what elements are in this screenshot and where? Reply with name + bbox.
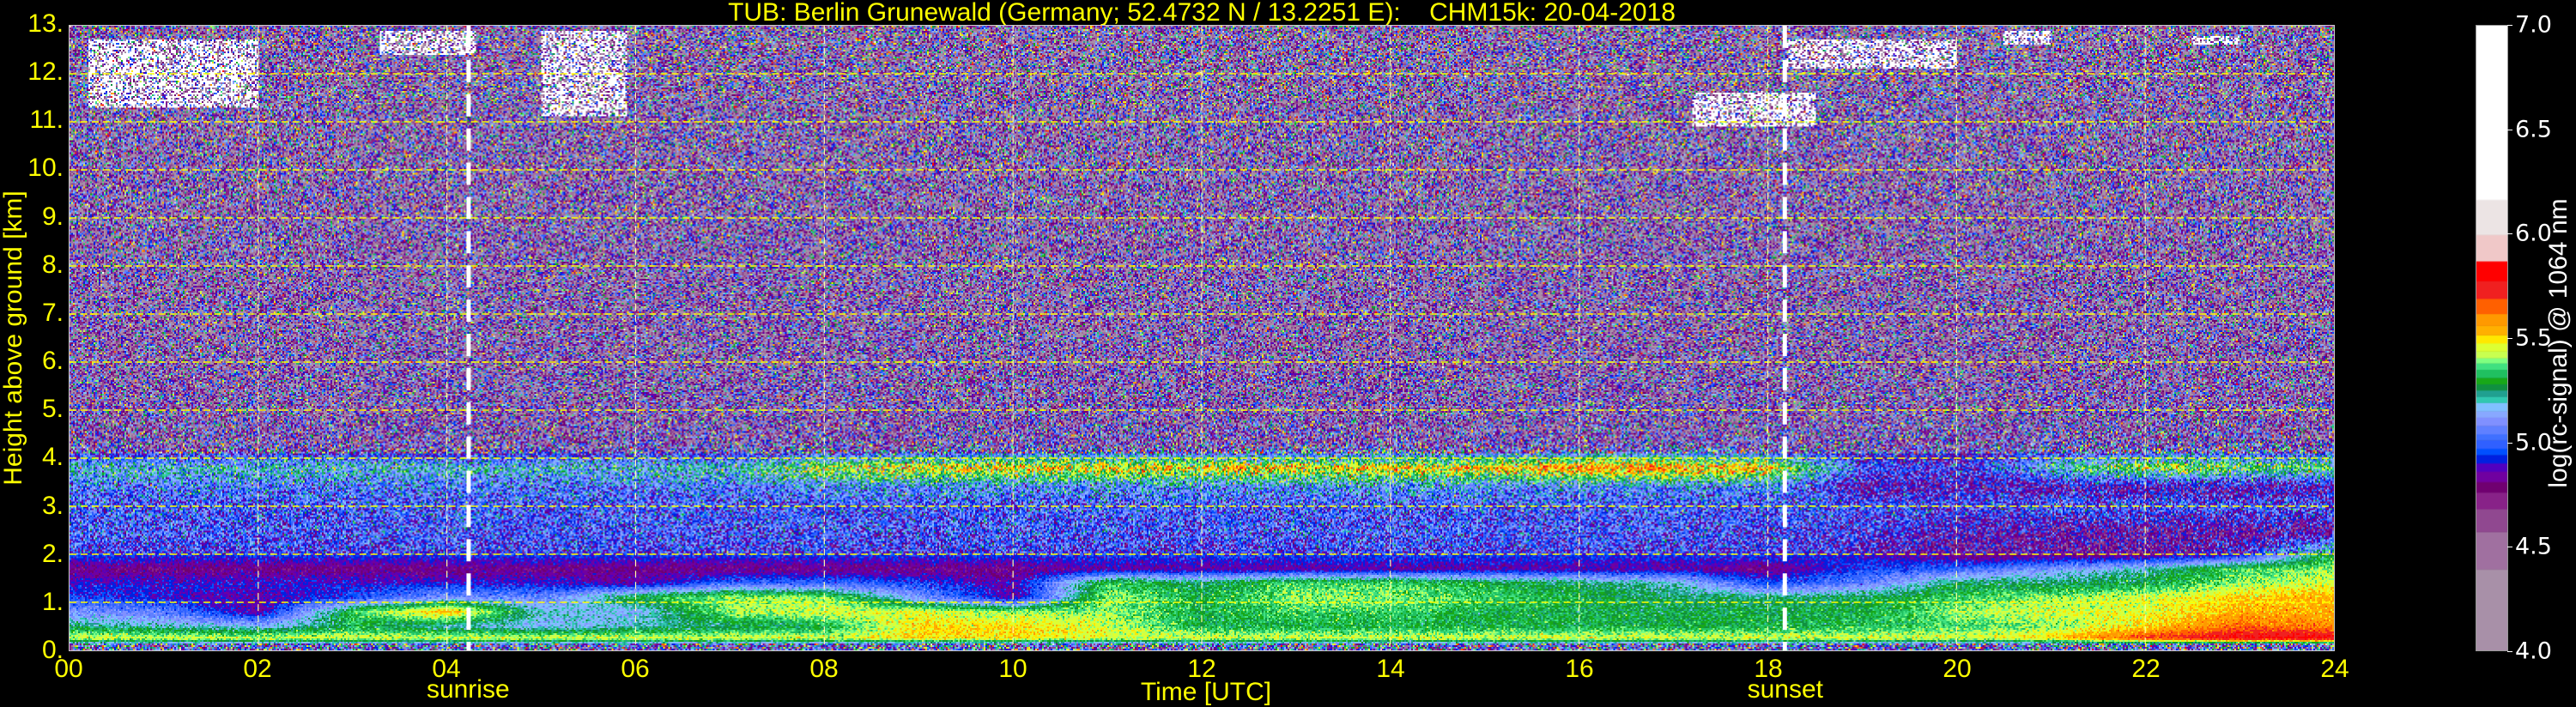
- colorbar-tick-mark: [2507, 338, 2512, 339]
- colorbar-tick-label: 7.0: [2515, 11, 2552, 39]
- colorbar: [2476, 25, 2508, 651]
- x-tick-label: 24: [2320, 655, 2349, 683]
- colorbar-tick-mark: [2507, 233, 2512, 235]
- chart-title: TUB: Berlin Grunewald (Germany; 52.4732 …: [728, 0, 1676, 27]
- colorbar-tick-mark: [2507, 442, 2512, 444]
- x-tick-label: 22: [2131, 655, 2161, 683]
- colorbar-tick-mark: [2507, 25, 2512, 26]
- colorbar-label: log(rc-signal) @ 1064 nm: [2544, 198, 2573, 488]
- y-tick-label: 13.: [27, 9, 64, 38]
- colorbar-tick-mark: [2507, 651, 2512, 652]
- x-tick-label: 06: [621, 655, 650, 683]
- x-tick-label: 16: [1565, 655, 1594, 683]
- x-tick-label: 10: [998, 655, 1027, 683]
- colorbar-tick-label: 6.5: [2515, 116, 2552, 143]
- plot-area: [69, 25, 2335, 651]
- y-tick-label: 12.: [27, 57, 64, 87]
- x-tick-label: 14: [1376, 655, 1405, 683]
- sunset-label: sunset: [1747, 675, 1823, 704]
- x-tick-label: 20: [1943, 655, 1972, 683]
- grid-and-annotations: [70, 26, 2334, 650]
- sunrise-label: sunrise: [426, 675, 510, 704]
- x-tick-label: 00: [54, 655, 83, 683]
- x-tick-label: 08: [809, 655, 839, 683]
- y-axis-label: Height above ground [km]: [0, 190, 27, 486]
- x-tick-label: 02: [243, 655, 272, 683]
- colorbar-tick-label: 4.0: [2515, 638, 2552, 665]
- y-tick-label: 1.: [41, 587, 64, 616]
- y-tick-label: 2.: [41, 539, 64, 568]
- y-tick-label: 3.: [41, 491, 64, 520]
- x-axis-label: Time [UTC]: [1140, 678, 1272, 706]
- y-tick-label: 10.: [27, 154, 64, 183]
- colorbar-tick-label: 4.5: [2515, 533, 2552, 560]
- y-tick-label: 11.: [29, 106, 64, 135]
